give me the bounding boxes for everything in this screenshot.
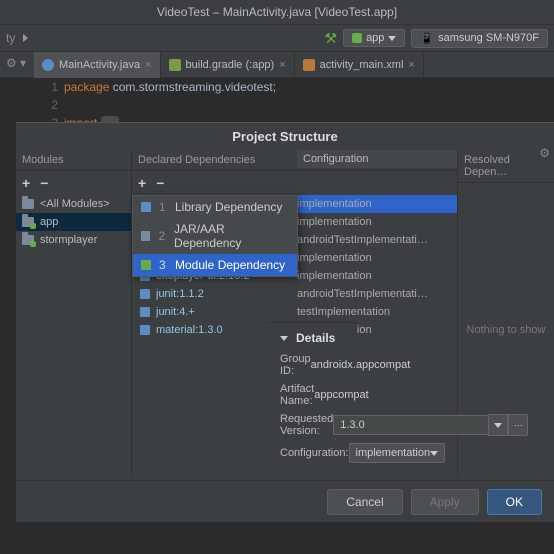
- group-id-label: Group ID:: [280, 353, 311, 377]
- add-dependency-popup: 1 Library Dependency 2 JAR/AAR Dependenc…: [132, 195, 298, 277]
- java-icon: [42, 59, 54, 71]
- configuration-select[interactable]: implementation: [349, 443, 446, 463]
- library-icon: [140, 289, 150, 299]
- popup-label: Library Dependency: [175, 200, 282, 214]
- project-structure-dialog: Project Structure Modules + − <All Modul…: [16, 122, 554, 480]
- dependency-row[interactable]: junit:1.1.2 androidTestImplementati…: [132, 285, 457, 303]
- xml-icon: [303, 59, 315, 71]
- gear-icon[interactable]: ⚙ ▾: [6, 56, 26, 70]
- run-config-dropdown[interactable]: app: [343, 29, 405, 47]
- tab-label: build.gradle (:app): [186, 59, 275, 71]
- close-icon[interactable]: ×: [145, 59, 151, 71]
- details-panel: Details Group ID: androidx.appcompat Art…: [268, 322, 357, 477]
- popup-library-dependency[interactable]: 1 Library Dependency: [133, 196, 297, 218]
- device-dropdown[interactable]: 📱 samsung SM-N970F: [411, 29, 548, 48]
- artifact-value: appcompat: [314, 389, 368, 401]
- collapse-icon[interactable]: [280, 336, 288, 341]
- module-label: <All Modules>: [40, 198, 110, 210]
- remove-module-button[interactable]: −: [40, 175, 48, 191]
- remove-dependency-button[interactable]: −: [156, 175, 164, 191]
- requested-version-input[interactable]: [333, 415, 488, 435]
- dep-config: testImplementation: [297, 306, 457, 318]
- folder-icon: [22, 217, 34, 227]
- dep-config: implementation: [297, 216, 457, 228]
- requested-version-label: Requested Version:: [280, 413, 333, 437]
- gradle-icon: [169, 59, 181, 71]
- cancel-button[interactable]: Cancel: [327, 489, 402, 515]
- close-icon[interactable]: ×: [279, 59, 285, 71]
- module-all[interactable]: <All Modules>: [16, 195, 131, 213]
- jar-icon: [141, 231, 150, 241]
- dep-name: junit:1.1.2: [156, 288, 291, 300]
- dependency-row[interactable]: junit:4.+ testImplementation: [132, 303, 457, 321]
- run-config-label: app: [366, 32, 384, 44]
- project-label: ty: [6, 31, 15, 45]
- modules-column: Modules + − <All Modules> app stormplaye…: [16, 150, 132, 477]
- modules-header: Modules: [16, 150, 131, 171]
- editor-tabs: MainActivity.java × build.gradle (:app) …: [0, 52, 554, 78]
- config-header: Configuration: [297, 150, 457, 168]
- module-label: stormplayer: [40, 234, 97, 246]
- module-label: app: [40, 216, 58, 228]
- popup-module-dependency[interactable]: 3 Module Dependency: [133, 254, 297, 276]
- dep-config: implementation: [297, 252, 457, 264]
- popup-label: Module Dependency: [175, 258, 285, 272]
- apply-button[interactable]: Apply: [411, 489, 479, 515]
- tab-label: activity_main.xml: [320, 59, 404, 71]
- device-label: samsung SM-N970F: [438, 32, 539, 44]
- version-dropdown-button[interactable]: [488, 414, 508, 436]
- window-title: VideoTest – MainActivity.java [VideoTest…: [0, 0, 554, 24]
- popup-label: JAR/AAR Dependency: [174, 222, 289, 250]
- details-header: Details: [296, 331, 335, 345]
- build-icon[interactable]: ⚒: [325, 30, 338, 47]
- phone-icon: 📱: [420, 32, 434, 45]
- chevron-down-icon: [388, 36, 396, 41]
- configuration-label: Configuration:: [280, 447, 349, 459]
- dep-config: implementation: [297, 270, 457, 282]
- library-icon: [140, 307, 150, 317]
- gear-icon[interactable]: ⚙: [539, 146, 550, 160]
- library-icon: [140, 325, 150, 335]
- dep-config: implementation: [297, 198, 457, 210]
- add-dependency-button[interactable]: +: [138, 175, 146, 191]
- module-app[interactable]: app: [16, 213, 131, 231]
- tab-label: MainActivity.java: [59, 59, 140, 71]
- dialog-footer: Cancel Apply OK: [16, 480, 554, 522]
- module-icon: [141, 260, 151, 270]
- artifact-label: Artifact Name:: [280, 383, 314, 407]
- main-toolbar: ty ⚒ app 📱 samsung SM-N970F: [0, 24, 554, 52]
- tab-activitymain[interactable]: activity_main.xml ×: [295, 52, 424, 78]
- close-icon[interactable]: ×: [408, 59, 414, 71]
- version-more-button[interactable]: ⋯: [508, 414, 528, 436]
- dep-config: androidTestImplementati…: [297, 288, 457, 300]
- folder-icon: [22, 199, 34, 209]
- configuration-value: implementation: [356, 447, 431, 459]
- ok-button[interactable]: OK: [487, 489, 542, 515]
- add-module-button[interactable]: +: [22, 175, 30, 191]
- popup-jar-dependency[interactable]: 2 JAR/AAR Dependency: [133, 218, 297, 254]
- dep-name: junit:4.+: [156, 306, 291, 318]
- chevron-down-icon: [430, 451, 438, 456]
- tab-buildgradle[interactable]: build.gradle (:app) ×: [161, 52, 295, 78]
- library-icon: [141, 202, 151, 212]
- dependencies-column: Declared Dependencies Configuration + − …: [132, 150, 458, 477]
- android-icon: [352, 33, 362, 43]
- folder-icon: [22, 235, 34, 245]
- dep-config: androidTestImplementati…: [297, 234, 457, 246]
- chevron-right-icon: [23, 34, 28, 42]
- dialog-title: Project Structure: [16, 123, 554, 150]
- group-id-value: androidx.appcompat: [311, 359, 411, 371]
- module-stormplayer[interactable]: stormplayer: [16, 231, 131, 249]
- tab-mainactivity[interactable]: MainActivity.java ×: [34, 52, 161, 78]
